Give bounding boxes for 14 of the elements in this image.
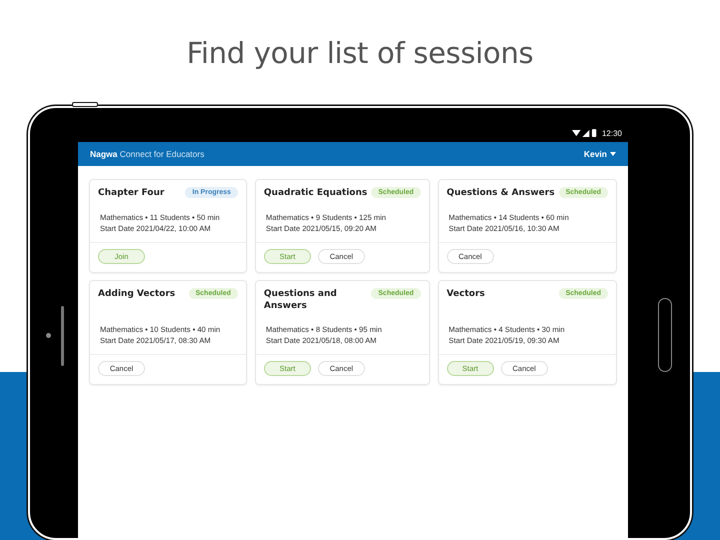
app-title: Nagwa Connect for Educators (90, 149, 204, 159)
user-menu[interactable]: Kevin (584, 149, 616, 159)
session-title: Chapter Four (98, 187, 164, 199)
session-title: Vectors (446, 288, 485, 300)
session-title: Quadratic Equations (264, 187, 368, 199)
session-title: Questions and Answers (264, 288, 338, 312)
session-title: Questions & Answers (446, 187, 555, 199)
headline: Find your list of sessions (186, 35, 534, 70)
session-title: Adding Vectors (98, 288, 176, 300)
camera-icon (46, 333, 51, 338)
clock: 12:30 (602, 129, 622, 138)
speaker-slot (61, 306, 64, 366)
status-icons (572, 129, 598, 138)
caret-icon (610, 152, 616, 156)
